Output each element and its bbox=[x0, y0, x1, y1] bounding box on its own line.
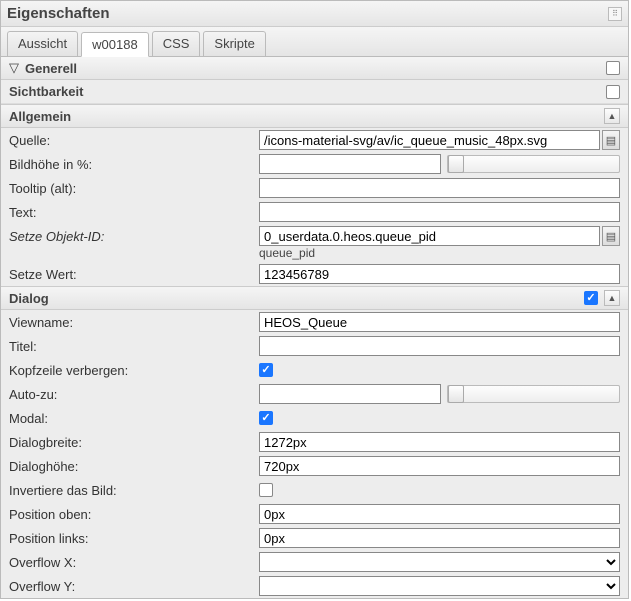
row-poslinks: Position links: bbox=[1, 526, 628, 550]
group-sichtbarkeit[interactable]: Sichtbarkeit bbox=[1, 80, 628, 104]
collapse-icon[interactable]: ▲ bbox=[604, 108, 620, 124]
input-breite[interactable] bbox=[259, 432, 620, 452]
label-autozu: Auto-zu: bbox=[9, 387, 259, 402]
folder-icon: ▤ bbox=[606, 134, 616, 147]
tabs: Aussicht w00188 CSS Skripte bbox=[1, 27, 628, 57]
collapse-icon-dialog[interactable]: ▲ bbox=[604, 290, 620, 306]
row-overflowy: Overflow Y: bbox=[1, 574, 628, 598]
tab-skripte[interactable]: Skripte bbox=[203, 31, 265, 56]
slider-handle[interactable] bbox=[448, 155, 464, 173]
input-autozu[interactable] bbox=[259, 384, 441, 404]
panel-content: ▽ Generell Sichtbarkeit Allgemein ▲ Quel… bbox=[1, 57, 628, 598]
slider-autozu[interactable] bbox=[447, 385, 621, 403]
row-quelle: Quelle: ▤ bbox=[1, 128, 628, 152]
group-generell[interactable]: ▽ Generell bbox=[1, 57, 628, 80]
input-viewname[interactable] bbox=[259, 312, 620, 332]
row-wert: Setze Wert: bbox=[1, 262, 628, 286]
row-overflowx: Overflow X: bbox=[1, 550, 628, 574]
tab-css[interactable]: CSS bbox=[152, 31, 201, 56]
label-objektid: Setze Objekt-ID: bbox=[9, 229, 259, 244]
group-sichtbarkeit-title: Sichtbarkeit bbox=[9, 84, 83, 99]
input-bildhoehe[interactable] bbox=[259, 154, 441, 174]
label-overflowx: Overflow X: bbox=[9, 555, 259, 570]
properties-panel: Eigenschaften ⠿ Aussicht w00188 CSS Skri… bbox=[0, 0, 629, 599]
row-autozu: Auto-zu: bbox=[1, 382, 628, 406]
group-dialog-title: Dialog bbox=[9, 291, 49, 306]
row-modal: Modal: bbox=[1, 406, 628, 430]
tab-aussicht[interactable]: Aussicht bbox=[7, 31, 78, 56]
picker-objektid[interactable]: ▤ bbox=[602, 226, 620, 246]
group-allgemein[interactable]: Allgemein ▲ bbox=[1, 104, 628, 128]
checkbox-invertiere[interactable] bbox=[259, 483, 273, 497]
row-breite: Dialogbreite: bbox=[1, 430, 628, 454]
row-kopfzeile: Kopfzeile verbergen: bbox=[1, 358, 628, 382]
input-text[interactable] bbox=[259, 202, 620, 222]
hint-objektid: queue_pid bbox=[1, 246, 628, 260]
input-hoehe[interactable] bbox=[259, 456, 620, 476]
row-bildhoehe: Bildhöhe in %: bbox=[1, 152, 628, 176]
group-generell-title: Generell bbox=[25, 61, 77, 76]
label-modal: Modal: bbox=[9, 411, 259, 426]
row-tooltip: Tooltip (alt): bbox=[1, 176, 628, 200]
row-invertiere: Invertiere das Bild: bbox=[1, 478, 628, 502]
checkbox-modal[interactable] bbox=[259, 411, 273, 425]
row-posoben: Position oben: bbox=[1, 502, 628, 526]
input-posoben[interactable] bbox=[259, 504, 620, 524]
input-quelle[interactable] bbox=[259, 130, 600, 150]
input-poslinks[interactable] bbox=[259, 528, 620, 548]
slider-handle-autozu[interactable] bbox=[448, 385, 464, 403]
row-objektid: Setze Objekt-ID: ▤ bbox=[1, 224, 628, 248]
row-titel: Titel: bbox=[1, 334, 628, 358]
label-tooltip: Tooltip (alt): bbox=[9, 181, 259, 196]
row-viewname: Viewname: bbox=[1, 310, 628, 334]
label-bildhoehe: Bildhöhe in %: bbox=[9, 157, 259, 172]
row-text: Text: bbox=[1, 200, 628, 224]
label-quelle: Quelle: bbox=[9, 133, 259, 148]
input-tooltip[interactable] bbox=[259, 178, 620, 198]
group-dialog-checkbox[interactable] bbox=[584, 291, 598, 305]
label-text: Text: bbox=[9, 205, 259, 220]
group-dialog[interactable]: Dialog ▲ bbox=[1, 286, 628, 310]
filter-icon: ▽ bbox=[9, 60, 19, 76]
label-titel: Titel: bbox=[9, 339, 259, 354]
input-wert[interactable] bbox=[259, 264, 620, 284]
panel-title: Eigenschaften bbox=[7, 5, 110, 22]
input-titel[interactable] bbox=[259, 336, 620, 356]
label-poslinks: Position links: bbox=[9, 531, 259, 546]
object-picker-icon: ▤ bbox=[606, 230, 616, 243]
label-posoben: Position oben: bbox=[9, 507, 259, 522]
slider-bildhoehe[interactable] bbox=[447, 155, 621, 173]
row-hoehe: Dialoghöhe: bbox=[1, 454, 628, 478]
label-viewname: Viewname: bbox=[9, 315, 259, 330]
panel-header: Eigenschaften ⠿ bbox=[1, 1, 628, 27]
input-objektid[interactable] bbox=[259, 226, 600, 246]
label-breite: Dialogbreite: bbox=[9, 435, 259, 450]
panel-menu-icon[interactable]: ⠿ bbox=[608, 7, 622, 21]
select-overflowy[interactable] bbox=[259, 576, 620, 596]
label-invertiere: Invertiere das Bild: bbox=[9, 483, 259, 498]
select-overflowx[interactable] bbox=[259, 552, 620, 572]
checkbox-kopfzeile[interactable] bbox=[259, 363, 273, 377]
label-wert: Setze Wert: bbox=[9, 267, 259, 282]
group-sichtbarkeit-checkbox[interactable] bbox=[606, 85, 620, 99]
picker-quelle[interactable]: ▤ bbox=[602, 130, 620, 150]
label-hoehe: Dialoghöhe: bbox=[9, 459, 259, 474]
group-allgemein-title: Allgemein bbox=[9, 109, 71, 124]
group-generell-checkbox[interactable] bbox=[606, 61, 620, 75]
label-kopfzeile: Kopfzeile verbergen: bbox=[9, 363, 259, 378]
tab-widget[interactable]: w00188 bbox=[81, 32, 149, 57]
label-overflowy: Overflow Y: bbox=[9, 579, 259, 594]
